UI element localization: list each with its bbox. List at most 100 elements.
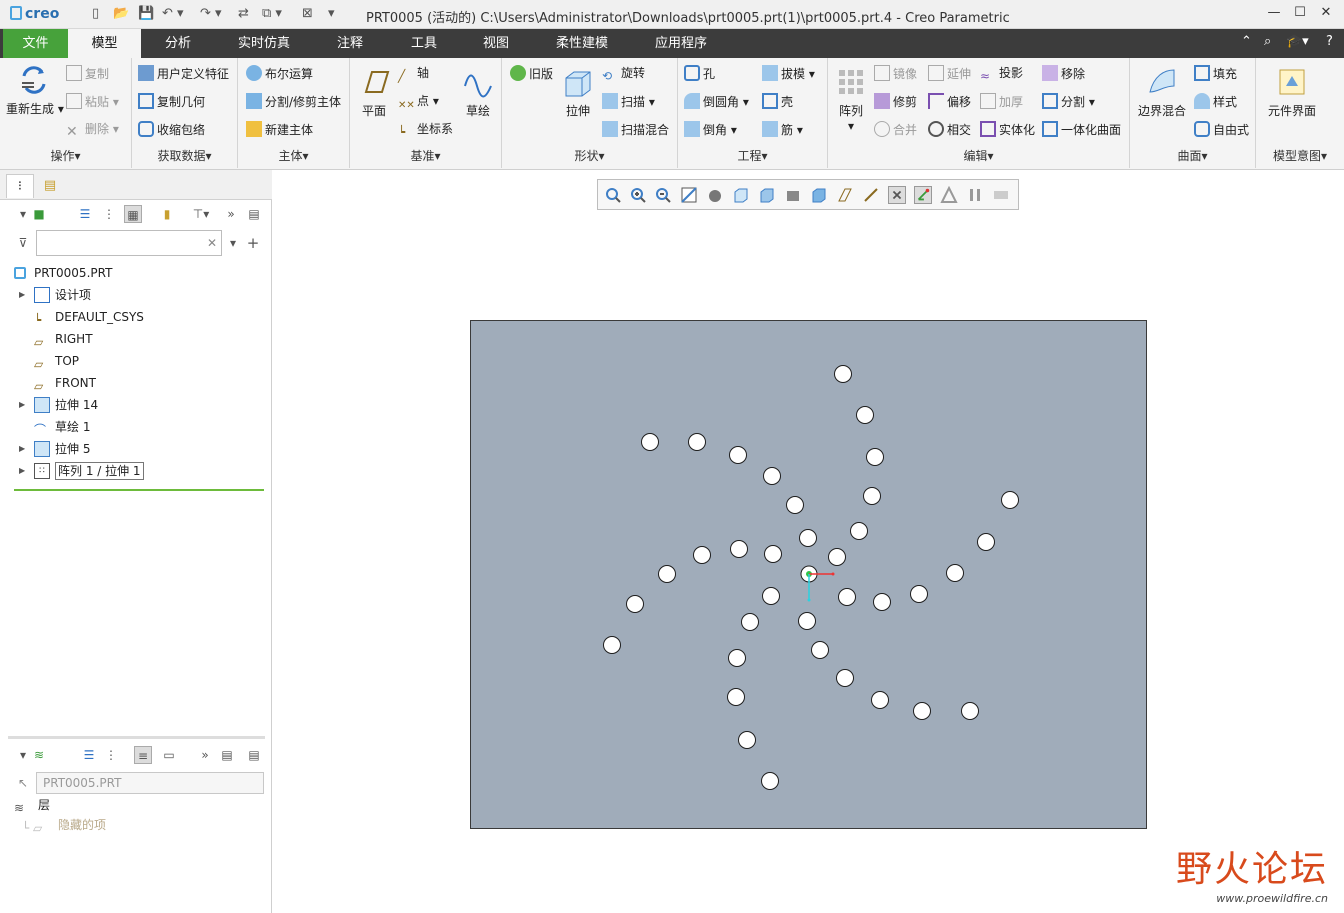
layer-columns-icon[interactable]: ⋮ — [102, 746, 120, 764]
offset-button[interactable]: 偏移 — [928, 93, 971, 110]
tab-view[interactable]: 视图 — [466, 29, 526, 58]
zoom-in-icon[interactable] — [629, 186, 647, 204]
thicken-button[interactable]: 加厚 — [980, 93, 1023, 110]
group-label-editing[interactable]: 编辑▾ — [828, 147, 1129, 164]
intersect-button[interactable]: 相交 — [928, 121, 971, 138]
regenerate-button[interactable]: 重新生成 ▾ — [6, 64, 64, 117]
new-file-icon[interactable]: ▯ — [92, 6, 99, 22]
help-icon[interactable]: ? — [1326, 34, 1333, 49]
display-style-icon[interactable] — [706, 186, 724, 204]
hole[interactable] — [946, 564, 964, 582]
tab-tools[interactable]: 工具 — [394, 29, 454, 58]
tab-applications[interactable]: 应用程序 — [640, 29, 722, 58]
section-icon[interactable] — [810, 186, 828, 204]
layer-list-icon[interactable]: ☰ — [80, 746, 98, 764]
hole[interactable] — [836, 669, 854, 687]
model-part[interactable] — [470, 320, 1147, 829]
tree-item-extrude-14[interactable]: ▶ 拉伸 14 — [0, 394, 270, 416]
hole[interactable] — [626, 595, 644, 613]
copy-geometry-button[interactable]: 复制几何 — [138, 93, 205, 110]
panel-splitter[interactable] — [8, 736, 265, 739]
axis-display-icon[interactable] — [862, 186, 880, 204]
tab-annotate[interactable]: 注释 — [320, 29, 380, 58]
tab-analysis[interactable]: 分析 — [146, 29, 210, 58]
split-button[interactable]: 分割 ▾ — [1042, 93, 1095, 110]
hole[interactable] — [693, 546, 711, 564]
hole[interactable] — [727, 688, 745, 706]
hole[interactable] — [977, 533, 995, 551]
hole[interactable] — [738, 731, 756, 749]
tree-item-default-csys[interactable]: ┕ DEFAULT_CSYS — [0, 306, 270, 328]
hole[interactable] — [730, 540, 748, 558]
hole[interactable] — [728, 649, 746, 667]
group-label-model-intent[interactable]: 模型意图▾ — [1256, 147, 1344, 164]
group-label-body[interactable]: 主体▾ — [238, 147, 349, 164]
layer-hide-icon[interactable]: ▭ — [160, 746, 178, 764]
group-label-shapes[interactable]: 形状▾ — [502, 147, 677, 164]
tree-columns-icon[interactable]: ⋮ — [100, 205, 118, 223]
hole[interactable] — [641, 433, 659, 451]
repaint-icon[interactable] — [680, 186, 698, 204]
spin-center-icon[interactable] — [992, 186, 1010, 204]
expand-icon[interactable]: ▶ — [19, 460, 25, 482]
new-body-button[interactable]: 新建主体 — [246, 121, 313, 138]
minimize-button[interactable]: — — [1265, 5, 1283, 23]
hole[interactable] — [761, 772, 779, 790]
hole[interactable] — [871, 691, 889, 709]
expand-icon[interactable]: ▶ — [19, 438, 25, 460]
hole[interactable] — [764, 545, 782, 563]
group-label-get-data[interactable]: 获取数据▾ — [132, 147, 237, 164]
udf-button[interactable]: 用户定义特征 — [138, 65, 229, 82]
tree-item-right[interactable]: ▱ RIGHT — [0, 328, 270, 350]
layer-hidden-items[interactable]: └ ▱ 隐藏的项 — [0, 814, 270, 836]
sketch-button[interactable]: 草绘 — [460, 66, 496, 119]
hole-button[interactable]: 孔 — [684, 65, 715, 82]
rib-button[interactable]: 筋 ▾ — [762, 121, 803, 138]
group-label-surfaces[interactable]: 曲面▾ — [1130, 147, 1255, 164]
shrinkwrap-button[interactable]: 收缩包络 — [138, 121, 205, 138]
hole[interactable] — [762, 587, 780, 605]
save-icon[interactable]: 💾 — [138, 6, 154, 22]
group-label-operations[interactable]: 操作▾ — [0, 147, 131, 164]
refit-icon[interactable] — [604, 186, 622, 204]
hole[interactable] — [961, 702, 979, 720]
tab-file[interactable]: 文件 — [3, 29, 68, 58]
graphics-window[interactable]: 野火论坛 www.proewildfire.cn — [273, 170, 1344, 913]
learning-icon[interactable]: 🎓▾ — [1286, 34, 1309, 49]
tree-list-icon[interactable]: ☰ — [76, 205, 94, 223]
csys-display-icon[interactable] — [914, 186, 932, 204]
unify-surface-button[interactable]: 一体化曲面 — [1042, 121, 1121, 138]
plane-button[interactable]: 平面 — [356, 66, 392, 119]
pause-animation-icon[interactable] — [966, 186, 984, 204]
tree-item-design-items[interactable]: ▶ 设计项 — [0, 284, 270, 306]
expand-icon[interactable]: ▶ — [19, 394, 25, 416]
hole[interactable] — [658, 565, 676, 583]
hole[interactable] — [838, 588, 856, 606]
insert-here-indicator[interactable] — [14, 489, 264, 491]
round-button[interactable]: 倒圆角 ▾ — [684, 93, 749, 110]
draft-button[interactable]: 拔模 ▾ — [762, 65, 815, 82]
mirror-button[interactable]: 镜像 — [874, 65, 917, 82]
csys-button[interactable]: ┕ 坐标系 — [398, 121, 453, 140]
hole[interactable] — [603, 636, 621, 654]
delete-button[interactable]: ✕ 删除 ▾ — [66, 121, 119, 140]
hole[interactable] — [799, 529, 817, 547]
annotation-display-icon[interactable] — [940, 186, 958, 204]
perspective-icon[interactable] — [784, 186, 802, 204]
hole[interactable] — [856, 406, 874, 424]
hole[interactable] — [866, 448, 884, 466]
layer-more-icon[interactable]: » — [196, 746, 214, 764]
maximize-button[interactable]: ☐ — [1291, 5, 1309, 23]
tree-item-pattern-1[interactable]: ▶ ∷ 阵列 1 / 拉伸 1 — [0, 460, 270, 482]
component-interface-button[interactable]: 元件界面 — [1262, 66, 1322, 119]
tree-item-extrude-5[interactable]: ▶ 拉伸 5 — [0, 438, 270, 460]
pattern-button[interactable]: 阵列 ▾ — [834, 66, 868, 133]
project-button[interactable]: ≈ 投影 — [980, 65, 1023, 84]
legacy-button[interactable]: 旧版 — [510, 65, 553, 82]
more-icon[interactable]: » — [222, 205, 240, 223]
hole[interactable] — [763, 467, 781, 485]
freestyle-button[interactable]: 自由式 — [1194, 121, 1249, 138]
tree-root[interactable]: PRT0005.PRT — [0, 262, 270, 284]
filter-icon[interactable]: ⊽ — [14, 234, 32, 252]
paste-button[interactable]: 粘贴 ▾ — [66, 93, 119, 110]
